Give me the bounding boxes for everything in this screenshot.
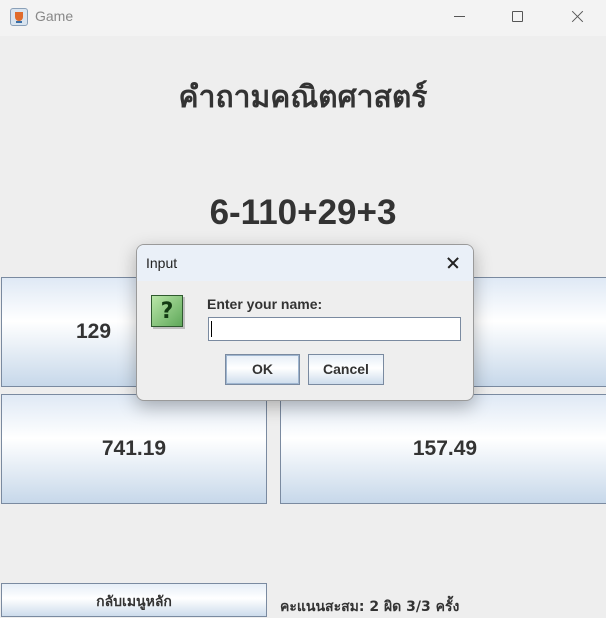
page-title: คำถามคณิตศาสตร์ <box>178 80 428 115</box>
dialog-titlebar: Input <box>137 245 473 281</box>
input-dialog: Input ? Enter your name: OK Cancel <box>136 244 474 401</box>
text-caret <box>211 321 212 337</box>
ok-button[interactable]: OK <box>225 354 300 385</box>
dialog-title: Input <box>146 255 178 271</box>
name-input[interactable] <box>208 317 461 341</box>
answer-label-1: 129 <box>75 320 112 343</box>
window-title: Game <box>35 8 74 24</box>
answer-label-4: 157.49 <box>412 437 478 460</box>
dialog-prompt: Enter your name: <box>207 296 323 312</box>
math-question: 6-110+29+3 <box>209 193 397 232</box>
answer-button-4[interactable]: 157.49 <box>280 394 606 504</box>
score-status: คะแนนสะสม: 2 ผิด 3/3 ครั้ง <box>280 599 460 615</box>
answer-button-3[interactable]: 741.19 <box>1 394 267 504</box>
cancel-button[interactable]: Cancel <box>308 354 384 385</box>
window-titlebar: Game <box>0 0 606 36</box>
question-icon: ? <box>151 295 183 327</box>
back-to-menu-button[interactable]: กลับเมนูหลัก <box>1 583 267 617</box>
dialog-close-icon[interactable] <box>437 249 469 277</box>
java-cup-icon <box>10 8 28 26</box>
close-window-button[interactable] <box>554 0 600 34</box>
minimize-button[interactable] <box>436 0 482 34</box>
maximize-button[interactable] <box>494 0 540 34</box>
answer-label-3: 741.19 <box>101 437 167 460</box>
